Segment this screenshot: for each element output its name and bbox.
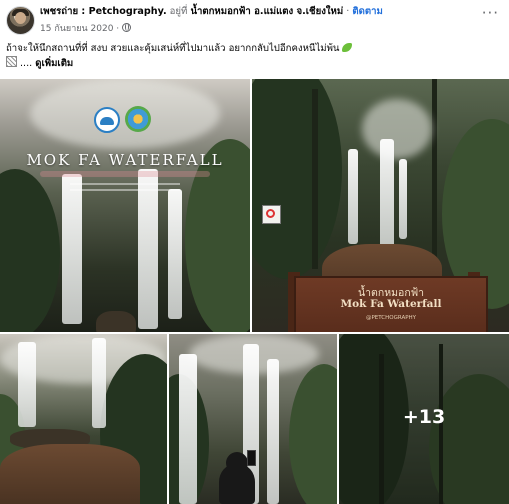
- tree-foliage: [0, 169, 60, 332]
- waterfall-sign: น้ำตกหมอกฟ้า Mok Fa Waterfall @PETCHOGRA…: [294, 276, 488, 332]
- mist: [362, 99, 432, 159]
- follow-button[interactable]: ติดตาม: [352, 6, 382, 17]
- see-more-link[interactable]: ดูเพิ่มเติม: [35, 58, 73, 69]
- overlay-text-line: [70, 183, 180, 185]
- emoji-placeholder-icon: [6, 56, 17, 67]
- header-separator: ·: [343, 6, 353, 17]
- waterfall-stream: [267, 359, 279, 504]
- tree-trunk: [432, 79, 437, 279]
- river-pool: [0, 444, 140, 504]
- waterfall-stream: [168, 189, 182, 319]
- waterfall-stream: [348, 149, 358, 244]
- waterfall-stream: [18, 342, 36, 427]
- photo-1[interactable]: MOK FA WATERFALL: [0, 79, 250, 332]
- rock: [96, 311, 136, 332]
- header-verb: อยู่ที่: [166, 6, 191, 17]
- tree-foliage: [252, 79, 342, 279]
- waterfall-stream: [92, 338, 106, 428]
- author-name[interactable]: เพชรถ่าย : Petchography.: [40, 6, 167, 17]
- post-header: เพชรถ่าย : Petchography. อยู่ที่ น้ำตกหม…: [40, 5, 383, 18]
- waterfall-stream: [62, 174, 82, 324]
- avatar-face: [15, 12, 26, 24]
- more-options-icon[interactable]: ···: [482, 6, 499, 21]
- department-logo-icon: [94, 107, 120, 133]
- photo-2[interactable]: น้ำตกหมอกฟ้า Mok Fa Waterfall @PETCHOGRA…: [252, 79, 509, 332]
- facebook-post: เพชรถ่าย : Petchography. อยู่ที่ น้ำตกหม…: [0, 0, 509, 504]
- waterfall-stream: [138, 169, 158, 329]
- author-avatar[interactable]: [6, 6, 35, 35]
- post-meta: 15 กันยายน 2020 ·: [40, 21, 132, 35]
- caption-line-2: .... ดูเพิ่มเติม: [6, 56, 501, 70]
- person-head: [226, 452, 248, 474]
- post-date[interactable]: 15 กันยายน 2020 ·: [40, 24, 119, 34]
- park-logo-icon: [125, 106, 151, 132]
- phone-icon: [247, 450, 256, 466]
- waterfall-stream: [380, 139, 394, 249]
- prohibition-sign-icon: [262, 205, 281, 224]
- waterfall-stream: [179, 354, 197, 504]
- post-caption: ถ้าจะให้นึกสถานที่ที่ สงบ สวยและคุ้มเสน่…: [6, 42, 501, 70]
- caption-ellipsis: ....: [20, 58, 33, 69]
- subtitle-script-overlay: [40, 171, 210, 177]
- caption-text: ถ้าจะให้นึกสถานที่ที่ สงบ สวยและคุ้มเสน่…: [6, 43, 340, 54]
- photo-4[interactable]: [169, 334, 337, 504]
- photo-title-overlay: MOK FA WATERFALL: [26, 151, 224, 169]
- sign-english-text: Mok Fa Waterfall: [340, 298, 442, 310]
- waterfall-stream: [399, 159, 407, 239]
- tree-foliage: [289, 364, 337, 504]
- leaf-emoji-icon: [342, 43, 353, 52]
- location-link[interactable]: น้ำตกหมอกฟ้า อ.แม่แตง จ.เชียงใหม่: [190, 6, 343, 17]
- more-photos-count[interactable]: +13: [339, 406, 509, 428]
- tree-trunk: [312, 89, 318, 269]
- globe-icon: [122, 23, 132, 32]
- sign-credit-text: @PETCHOGRAPHY: [365, 315, 417, 321]
- caption-line-1: ถ้าจะให้นึกสถานที่ที่ สงบ สวยและคุ้มเสน่…: [6, 42, 501, 55]
- overlay-text-line: [70, 189, 180, 191]
- photo-3[interactable]: [0, 334, 167, 504]
- photo-5[interactable]: +13: [339, 334, 509, 504]
